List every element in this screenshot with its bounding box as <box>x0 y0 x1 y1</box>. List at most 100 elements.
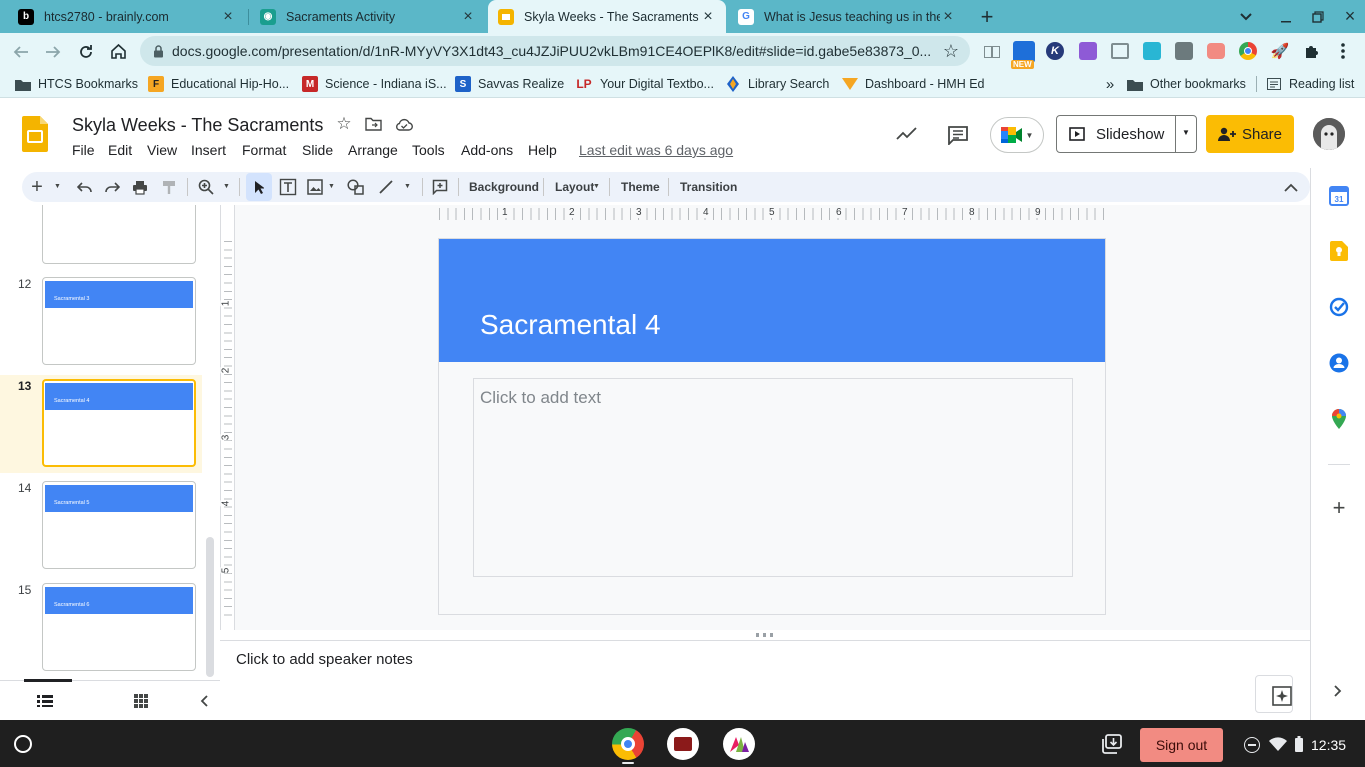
transition-button[interactable]: Transition <box>680 180 737 194</box>
activity-trend-icon[interactable] <box>895 124 919 144</box>
lock-icon[interactable] <box>152 44 164 58</box>
reader-extension-icon[interactable] <box>983 44 1001 60</box>
slideshow-dropdown-icon[interactable]: ▼ <box>1182 128 1190 137</box>
grid-view-icon[interactable] <box>133 693 149 709</box>
other-bookmarks[interactable]: Other bookmarks <box>1127 75 1246 93</box>
zoom-icon[interactable] <box>198 179 214 195</box>
line-icon[interactable] <box>377 179 395 195</box>
insert-image-icon[interactable] <box>307 179 323 195</box>
select-cursor-icon[interactable] <box>246 173 272 201</box>
slideshow-button[interactable]: Slideshow ▼ <box>1056 115 1197 153</box>
menu-format[interactable]: Format <box>242 142 286 158</box>
new-slide-dropdown-icon[interactable]: ▼ <box>54 183 61 190</box>
share-button[interactable]: Share <box>1206 115 1294 153</box>
slide-thumbnail-13[interactable]: Sacramental 4 <box>42 379 196 467</box>
layout-dropdown-icon[interactable]: ▼ <box>593 183 600 190</box>
system-clock[interactable]: 12:35 <box>1311 737 1346 753</box>
layout-button[interactable]: Layout <box>555 180 594 194</box>
bookmark-flocabulary[interactable]: F Educational Hip-Ho... <box>148 75 289 93</box>
line-dropdown-icon[interactable]: ▼ <box>404 183 411 190</box>
move-folder-icon[interactable] <box>364 116 382 132</box>
screenshot-extension-icon[interactable] <box>1111 43 1129 59</box>
minimize-window-icon[interactable] <box>1278 9 1294 25</box>
reload-icon[interactable] <box>77 43 95 61</box>
menu-insert[interactable]: Insert <box>191 142 226 158</box>
collapse-menus-chevron-icon[interactable] <box>1283 179 1299 195</box>
rocket-extension-icon[interactable]: 🚀 <box>1271 42 1290 60</box>
holding-space-icon[interactable] <box>1102 734 1122 754</box>
back-arrow-icon[interactable] <box>12 43 30 61</box>
get-addons-plus-icon[interactable]: + <box>1329 495 1349 520</box>
menu-help[interactable]: Help <box>528 142 557 158</box>
slide-thumbnail-15[interactable]: Sacramental 6 <box>42 583 196 671</box>
expand-side-panel-chevron-icon[interactable] <box>1331 683 1345 699</box>
close-tab-icon[interactable]: × <box>700 8 716 25</box>
menu-tools[interactable]: Tools <box>412 142 445 158</box>
undo-icon[interactable] <box>76 180 92 194</box>
maps-icon[interactable] <box>1329 409 1349 429</box>
slide-thumbnail-11[interactable] <box>42 205 196 264</box>
new-slide-plus-icon[interactable]: + <box>30 176 44 198</box>
bookmark-science[interactable]: M Science - Indiana iS... <box>302 75 447 93</box>
comments-icon[interactable] <box>946 124 970 146</box>
theme-button[interactable]: Theme <box>621 180 660 194</box>
tasks-icon[interactable] <box>1329 297 1349 317</box>
star-icon[interactable]: ☆ <box>335 114 353 133</box>
speaker-notes[interactable]: Click to add speaker notes <box>220 640 1310 720</box>
keep-icon[interactable] <box>1329 241 1349 261</box>
close-tab-icon[interactable]: × <box>460 8 476 25</box>
collapse-filmstrip-chevron-icon[interactable] <box>197 693 211 709</box>
chrome-app-icon[interactable] <box>612 728 644 760</box>
shape-icon[interactable] <box>347 179 365 195</box>
rw-extension-icon[interactable] <box>1079 42 1097 60</box>
menu-slide[interactable]: Slide <box>302 142 333 158</box>
google-slides-logo-icon[interactable] <box>22 116 48 152</box>
redo-icon[interactable] <box>104 180 120 194</box>
print-icon[interactable] <box>132 179 148 195</box>
slide-thumbnail-14[interactable]: Sacramental 5 <box>42 481 196 569</box>
drawing-app-icon[interactable] <box>723 728 755 760</box>
cloud-saved-icon[interactable] <box>395 116 413 132</box>
battery-icon[interactable] <box>1294 736 1304 752</box>
new-tab-icon[interactable]: + <box>976 4 998 29</box>
browser-menu-icon[interactable] <box>1334 42 1352 60</box>
document-title[interactable]: Skyla Weeks - The Sacraments <box>72 115 323 136</box>
bookmark-star-icon[interactable]: ☆ <box>942 41 960 61</box>
color-extension-icon[interactable] <box>1239 42 1257 60</box>
close-tab-icon[interactable]: × <box>940 8 956 25</box>
browser-tab-sacraments-activity[interactable]: ◉ Sacraments Activity × <box>250 0 486 33</box>
image-dropdown-icon[interactable]: ▼ <box>328 183 335 190</box>
new-extension-icon[interactable]: NEW <box>1011 41 1035 69</box>
account-avatar[interactable] <box>1313 118 1345 150</box>
reading-list[interactable]: Reading list <box>1266 75 1354 93</box>
address-bar[interactable]: docs.google.com/presentation/d/1nR-MYyVY… <box>140 36 970 66</box>
bookmark-hmh[interactable]: Dashboard - HMH Ed <box>842 75 985 93</box>
notes-resize-handle[interactable] <box>756 633 776 637</box>
pink-extension-icon[interactable] <box>1207 43 1225 59</box>
browser-tab-slides[interactable]: Skyla Weeks - The Sacraments - × <box>488 0 726 33</box>
tab-search-chevron-icon[interactable] <box>1238 9 1254 25</box>
paint-format-icon[interactable] <box>161 179 177 195</box>
bookmark-extension-icon[interactable] <box>1143 42 1161 60</box>
browser-tab-jesus-teaching[interactable]: G What is Jesus teaching us in the × <box>728 0 966 33</box>
menu-arrange[interactable]: Arrange <box>348 142 398 158</box>
last-edit-link[interactable]: Last edit was 6 days ago <box>579 142 733 158</box>
launcher-icon[interactable] <box>14 735 32 753</box>
close-tab-icon[interactable]: × <box>220 8 236 25</box>
current-slide[interactable]: Sacramental 4 Click to add text <box>438 238 1106 615</box>
do-not-disturb-icon[interactable] <box>1244 737 1260 753</box>
zoom-dropdown-icon[interactable]: ▼ <box>223 183 230 190</box>
add-comment-icon[interactable] <box>431 179 449 195</box>
bookmark-savvas[interactable]: S Savvas Realize <box>455 75 564 93</box>
meet-button[interactable]: ▼ <box>990 117 1044 153</box>
menu-edit[interactable]: Edit <box>108 142 132 158</box>
restore-window-icon[interactable] <box>1310 9 1326 25</box>
wifi-icon[interactable] <box>1269 737 1287 751</box>
browser-tab-brainly[interactable]: b htcs2780 - brainly.com × <box>8 0 246 33</box>
slide-title[interactable]: Sacramental 4 <box>480 309 661 341</box>
menu-addons[interactable]: Add-ons <box>461 142 513 158</box>
news-app-icon[interactable] <box>667 728 699 760</box>
forward-arrow-icon[interactable] <box>44 43 62 61</box>
k-extension-icon[interactable]: K <box>1046 42 1064 60</box>
calendar-icon[interactable]: 31 <box>1329 186 1349 206</box>
